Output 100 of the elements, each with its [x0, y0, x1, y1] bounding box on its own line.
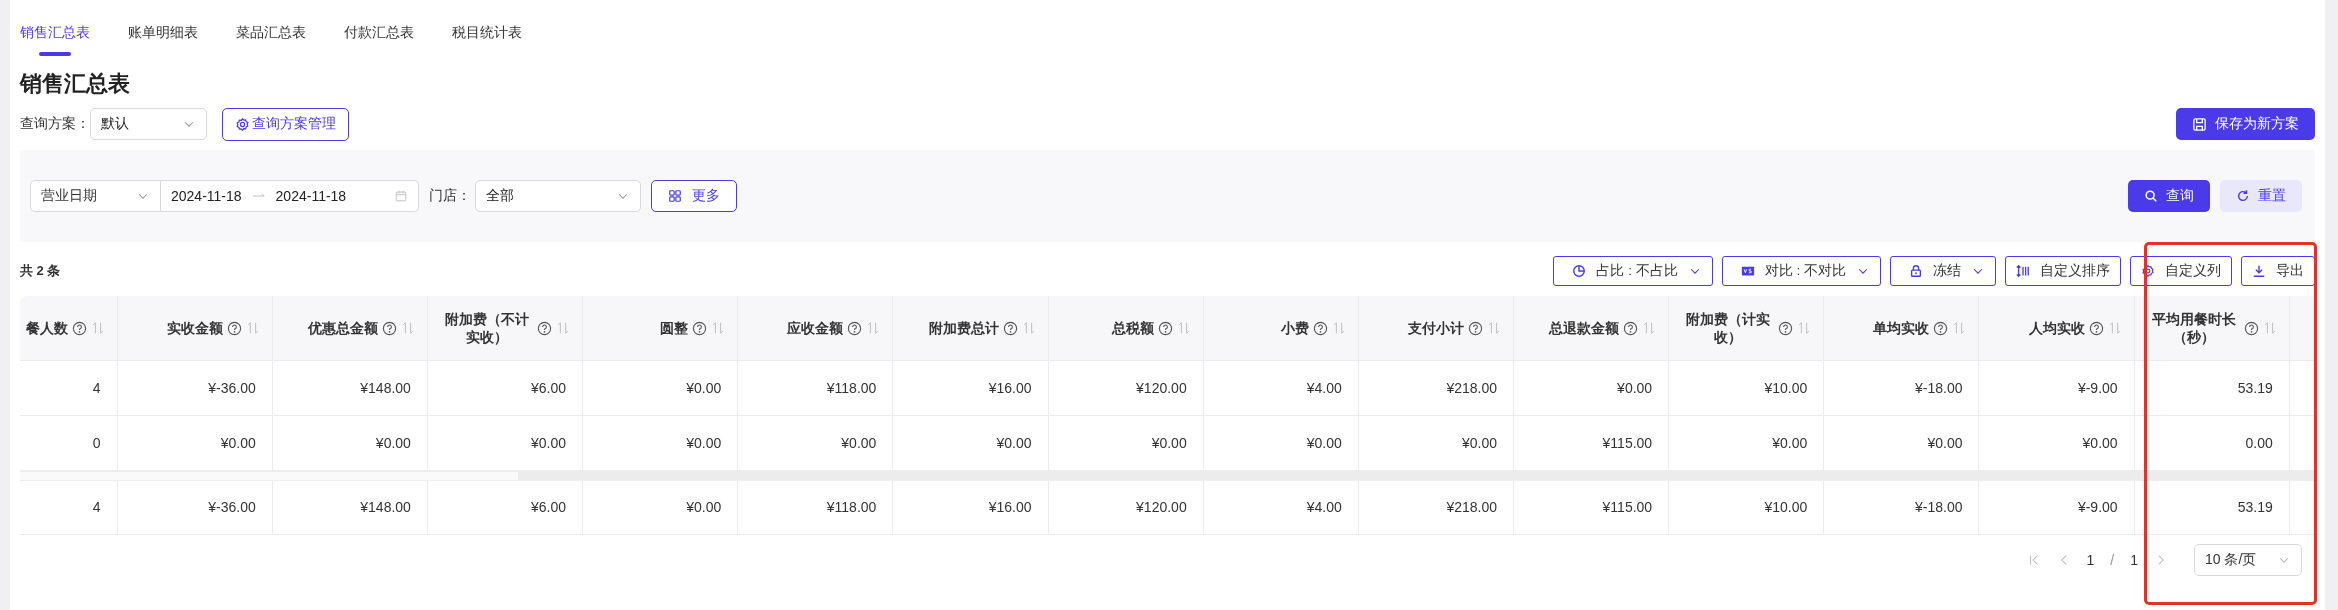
column-header[interactable]: 单均实收	[1823, 296, 1979, 361]
calendar-icon	[394, 189, 408, 203]
scheme-label: 查询方案：	[20, 115, 90, 133]
column-header[interactable]: 总退款金额	[1513, 296, 1669, 361]
search-icon	[2144, 189, 2158, 203]
date-type-select[interactable]: 营业日期	[30, 180, 161, 212]
more-button[interactable]: 更多	[651, 180, 737, 212]
table-cell: ¥0.00	[582, 360, 738, 416]
store-select[interactable]: 全部	[475, 180, 641, 212]
sort-icon[interactable]	[1952, 321, 1967, 335]
table-cell: ¥148.00	[272, 481, 428, 534]
column-header[interactable]: 附加费（不计实收）	[427, 296, 583, 361]
tab[interactable]: 销售汇总表	[20, 24, 90, 66]
help-icon	[226, 320, 242, 336]
sort-icon[interactable]	[2262, 321, 2277, 335]
column-header[interactable]: 平均用餐时长（秒）	[2134, 296, 2290, 361]
column-header[interactable]: 实收金额	[117, 296, 273, 361]
help-icon	[1312, 320, 1328, 336]
column-header[interactable]: 小费	[1203, 296, 1359, 361]
help-icon	[1468, 320, 1483, 336]
sort-icon[interactable]	[400, 321, 415, 335]
table-cell: ¥0.00	[427, 415, 583, 471]
help-icon	[847, 320, 863, 336]
sort-icon[interactable]	[866, 321, 881, 335]
table-cell: ¥16.00	[892, 360, 1049, 416]
sort-icon[interactable]	[245, 321, 260, 335]
table-cell: ¥0.00	[892, 415, 1049, 471]
table-cell: 4	[20, 360, 118, 416]
column-header[interactable]: 附加费总计	[892, 296, 1049, 361]
help-icon	[1002, 320, 1018, 336]
reset-button[interactable]: 重置	[2220, 180, 2302, 212]
compare-dropdown[interactable]: 对比 : 不对比	[1721, 256, 1881, 286]
table-cell: 0	[20, 415, 118, 471]
table-cell: 4	[20, 481, 118, 534]
table-cell: ¥0.00	[1668, 415, 1824, 471]
sort-icon[interactable]	[1176, 321, 1191, 335]
freeze-dropdown[interactable]: 冻结	[1890, 256, 1996, 286]
ratio-dropdown[interactable]: 占比 : 不占比	[1553, 256, 1713, 286]
pie-chart-icon	[1572, 264, 1587, 278]
column-header[interactable]: 人均实收	[1978, 296, 2135, 361]
help-icon	[381, 320, 397, 336]
table-cell: ¥-36.00	[117, 360, 273, 416]
table-cell: ¥0.00	[582, 415, 738, 471]
scheme-select[interactable]: 默认	[90, 108, 207, 140]
custom-sort-button[interactable]: 自定义排序	[2005, 256, 2121, 286]
table-cell: ¥0.00	[1978, 415, 2135, 471]
table-cell: ¥-18.00	[1823, 360, 1979, 416]
table-cell: ¥115.00	[1513, 481, 1669, 534]
table-cell: ¥-9.00	[1978, 481, 2135, 534]
tab[interactable]: 付款汇总表	[344, 24, 414, 66]
sort-icon[interactable]	[1487, 321, 1501, 335]
table-cell: ¥0.00	[582, 481, 738, 534]
sort-icon[interactable]	[711, 321, 726, 335]
vs-icon	[1740, 264, 1755, 278]
horizontal-scrollbar[interactable]	[20, 471, 2315, 481]
table-cell: 0.00	[2134, 415, 2290, 471]
sort-icon[interactable]	[1021, 321, 1036, 335]
table-cell: ¥10.00	[1668, 481, 1824, 534]
table-cell: ¥0.00	[1513, 360, 1669, 416]
table-cell: ¥4.00	[1203, 360, 1359, 416]
table-cell: ¥120.00	[1048, 360, 1204, 416]
sort-icon[interactable]	[90, 321, 105, 335]
save-icon	[2192, 116, 2207, 132]
table-cell: ¥218.00	[1358, 481, 1514, 534]
tab[interactable]: 菜品汇总表	[236, 24, 306, 66]
column-header[interactable]: 附加费（计实收）	[1668, 296, 1824, 361]
column-header[interactable]: 优惠总金额	[272, 296, 428, 361]
total-pages: 1	[2130, 551, 2138, 568]
scheme-manage-button[interactable]: 查询方案管理	[222, 107, 349, 141]
tab[interactable]: 税目统计表	[452, 24, 522, 66]
sort-icon[interactable]	[1642, 321, 1657, 335]
lock-icon	[1909, 264, 1923, 278]
tab[interactable]: 账单明细表	[128, 24, 198, 66]
column-header[interactable]: 圆整	[582, 296, 738, 361]
column-header[interactable]: 餐人数	[20, 296, 118, 361]
export-button[interactable]: 导出	[2241, 256, 2315, 286]
grid-icon	[668, 189, 682, 203]
sort-icon[interactable]	[2107, 321, 2122, 335]
table-cell: ¥0.00	[1823, 415, 1979, 471]
table-cell: ¥0.00	[272, 415, 428, 471]
query-button[interactable]: 查询	[2128, 180, 2210, 212]
date-range-field[interactable]: 2024-11-18 2024-11-18	[161, 180, 419, 212]
table-cell: ¥16.00	[892, 481, 1049, 534]
table-cell: ¥6.00	[427, 481, 583, 534]
column-header[interactable]: 应收金额	[737, 296, 893, 361]
custom-columns-button[interactable]: 自定义列	[2130, 256, 2232, 286]
help-icon	[1933, 320, 1949, 336]
table-cell: ¥-36.00	[117, 481, 273, 534]
save-scheme-button[interactable]: 保存为新方案	[2176, 108, 2315, 140]
column-header[interactable]: 支付小计	[1358, 296, 1514, 361]
sort-icon[interactable]	[1331, 321, 1346, 335]
help-icon	[2088, 320, 2104, 336]
sort-icon[interactable]	[1797, 321, 1812, 335]
column-header[interactable]: 总税额	[1048, 296, 1204, 361]
sort-icon[interactable]	[556, 321, 571, 335]
table-cell: ¥115.00	[1513, 415, 1669, 471]
help-icon	[1778, 320, 1794, 336]
reload-icon	[2236, 189, 2250, 203]
page-title: 销售汇总表	[20, 70, 130, 98]
page-size-select[interactable]: 10 条/页	[2194, 543, 2302, 576]
